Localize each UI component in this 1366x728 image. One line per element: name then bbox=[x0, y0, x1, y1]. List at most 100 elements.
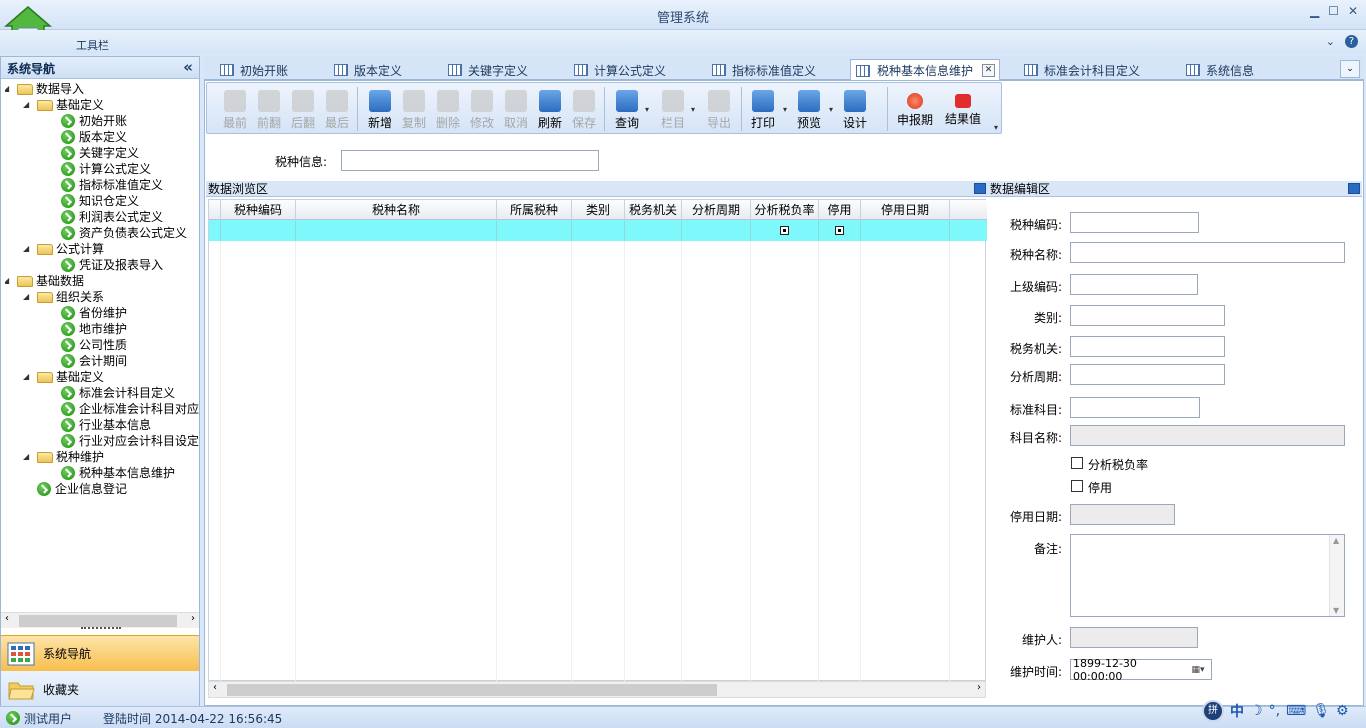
tree-item[interactable]: 公司性质 bbox=[61, 337, 127, 353]
tree-item[interactable]: 行业基本信息 bbox=[61, 417, 151, 433]
tree-item[interactable]: 知识仓定义 bbox=[61, 193, 139, 209]
save-button[interactable]: 保存 bbox=[568, 85, 600, 133]
tree-horizontal-scrollbar[interactable]: ‹ › bbox=[1, 612, 199, 628]
column-header[interactable]: 分析税负率 bbox=[751, 200, 819, 220]
punctuation-icon[interactable]: °, bbox=[1269, 703, 1280, 719]
close-tab-icon[interactable]: ✕ bbox=[982, 64, 996, 77]
declare-period-button[interactable]: 申报期 bbox=[893, 85, 937, 133]
tree-item[interactable]: ◢ 基础定义 bbox=[23, 97, 104, 113]
chevron-down-icon[interactable]: ▼ bbox=[1333, 606, 1339, 615]
std-subject-field[interactable] bbox=[1070, 397, 1200, 418]
edit-button[interactable]: 修改 bbox=[466, 85, 498, 133]
grid-horizontal-scrollbar[interactable]: ‹ › bbox=[208, 681, 986, 698]
microphone-icon[interactable]: 🎙 bbox=[1312, 703, 1330, 719]
tax-code-field[interactable] bbox=[1070, 212, 1199, 233]
tree-item[interactable]: 计算公式定义 bbox=[61, 161, 151, 177]
table-cell[interactable] bbox=[751, 220, 819, 241]
expand-arrow-icon[interactable]: ◢ bbox=[23, 97, 33, 113]
tree-item[interactable]: 利润表公式定义 bbox=[61, 209, 163, 225]
tree-item[interactable]: ◢ 组织关系 bbox=[23, 289, 104, 305]
copy-button[interactable]: 复制 bbox=[398, 85, 430, 133]
ime-mode-indicator[interactable]: 中 bbox=[1230, 701, 1244, 721]
nav-system-button[interactable]: 系统导航 bbox=[1, 635, 199, 671]
scroll-left-icon[interactable]: ‹ bbox=[5, 613, 9, 624]
next-button[interactable]: 后翻 bbox=[287, 85, 319, 133]
tree-item[interactable]: ◢ 税种维护 bbox=[23, 449, 104, 465]
category-field[interactable] bbox=[1070, 305, 1225, 326]
expand-arrow-icon[interactable]: ◢ bbox=[23, 369, 33, 385]
tree-item[interactable]: 指标标准值定义 bbox=[61, 177, 163, 193]
tree-item[interactable]: ◢ 数据导入 bbox=[5, 81, 84, 97]
scrollbar-thumb[interactable] bbox=[19, 615, 177, 627]
dropdown-arrow-icon[interactable]: ▾ bbox=[994, 123, 998, 132]
tax-name-field[interactable] bbox=[1070, 242, 1345, 263]
table-cell[interactable] bbox=[296, 220, 497, 241]
tab-7[interactable]: 标准会计科目定义 bbox=[1024, 59, 1140, 81]
print-button[interactable]: 打印 bbox=[747, 85, 779, 133]
tree-item[interactable]: 企业标准会计科目对应 bbox=[61, 401, 199, 417]
dropdown-arrow-icon[interactable]: ▾ bbox=[829, 105, 833, 114]
refresh-button[interactable]: 刷新 bbox=[534, 85, 566, 133]
chevron-down-icon[interactable]: ⌄ bbox=[1326, 35, 1335, 48]
last-button[interactable]: 最后 bbox=[321, 85, 353, 133]
table-row[interactable] bbox=[209, 220, 987, 241]
analyze-rate-checkbox[interactable] bbox=[1071, 457, 1083, 469]
scroll-right-icon[interactable]: › bbox=[977, 682, 981, 693]
tree-item[interactable]: 企业信息登记 bbox=[37, 481, 127, 497]
dropdown-arrow-icon[interactable]: ▾ bbox=[645, 105, 649, 114]
tree-item[interactable]: 税种基本信息维护 bbox=[61, 465, 175, 481]
scroll-left-icon[interactable]: ‹ bbox=[213, 682, 217, 693]
search-button[interactable]: 查询 bbox=[611, 85, 643, 133]
expand-arrow-icon[interactable]: ◢ bbox=[5, 81, 13, 97]
delete-button[interactable]: 删除 bbox=[432, 85, 464, 133]
scroll-right-icon[interactable]: › bbox=[191, 613, 195, 624]
table-cell[interactable] bbox=[572, 220, 625, 241]
tab-4[interactable]: 计算公式定义 bbox=[574, 59, 666, 81]
expand-arrow-icon[interactable]: ◢ bbox=[5, 273, 13, 289]
export-button[interactable]: 导出 bbox=[703, 85, 735, 133]
tax-authority-field[interactable] bbox=[1070, 336, 1225, 357]
tree-item[interactable]: 凭证及报表导入 bbox=[61, 257, 163, 273]
tree-item[interactable]: 关键字定义 bbox=[61, 145, 139, 161]
preview-button[interactable]: 预览 bbox=[793, 85, 825, 133]
tree-item[interactable]: ◢ 公式计算 bbox=[23, 241, 104, 257]
table-cell[interactable] bbox=[861, 220, 950, 241]
tree-item[interactable]: 初始开账 bbox=[61, 113, 127, 129]
tree-item[interactable]: 行业对应会计科目设定 bbox=[61, 433, 199, 449]
help-icon[interactable]: ? bbox=[1345, 35, 1358, 48]
remark-textarea[interactable]: ▲ ▼ bbox=[1070, 534, 1345, 617]
half-width-icon[interactable]: ☽ bbox=[1250, 703, 1263, 719]
add-button[interactable]: 新增 bbox=[364, 85, 396, 133]
period-field[interactable] bbox=[1070, 364, 1225, 385]
first-button[interactable]: 最前 bbox=[219, 85, 251, 133]
column-header[interactable]: 类别 bbox=[572, 200, 625, 220]
tab-3[interactable]: 关键字定义 bbox=[448, 59, 528, 81]
columns-button[interactable]: 栏目 bbox=[657, 85, 689, 133]
remark-scrollbar[interactable]: ▲ ▼ bbox=[1329, 535, 1344, 616]
settings-icon[interactable]: ⚙ bbox=[1336, 703, 1349, 719]
splitter-grip[interactable] bbox=[81, 627, 121, 631]
design-button[interactable]: 设计 bbox=[839, 85, 871, 133]
column-header[interactable]: 分析周期 bbox=[682, 200, 751, 220]
tab-1[interactable]: 初始开账 bbox=[220, 59, 288, 81]
cancel-button[interactable]: 取消 bbox=[500, 85, 532, 133]
tree-item[interactable]: 地市维护 bbox=[61, 321, 127, 337]
minimize-icon[interactable]: ▁ bbox=[1310, 4, 1319, 18]
nav-favorites-button[interactable]: 收藏夹 bbox=[1, 671, 199, 707]
cell-checkbox[interactable] bbox=[835, 226, 844, 235]
disabled-checkbox[interactable] bbox=[1071, 480, 1083, 492]
tax-info-input[interactable] bbox=[341, 150, 599, 171]
column-header[interactable]: 所属税种 bbox=[497, 200, 572, 220]
column-header[interactable]: 停用日期 bbox=[861, 200, 950, 220]
parent-code-field[interactable] bbox=[1070, 274, 1198, 295]
result-value-button[interactable]: 结果值 bbox=[941, 85, 985, 133]
tree-item[interactable]: 标准会计科目定义 bbox=[61, 385, 175, 401]
tab-6[interactable]: 税种基本信息维护 ✕ bbox=[850, 59, 1001, 81]
table-cell[interactable] bbox=[497, 220, 572, 241]
expand-arrow-icon[interactable]: ◢ bbox=[23, 449, 33, 465]
chevron-up-icon[interactable]: ▲ bbox=[1333, 536, 1339, 545]
tab-2[interactable]: 版本定义 bbox=[334, 59, 402, 81]
table-cell[interactable] bbox=[625, 220, 682, 241]
column-header[interactable]: 停用 bbox=[819, 200, 861, 220]
table-cell[interactable] bbox=[221, 220, 296, 241]
